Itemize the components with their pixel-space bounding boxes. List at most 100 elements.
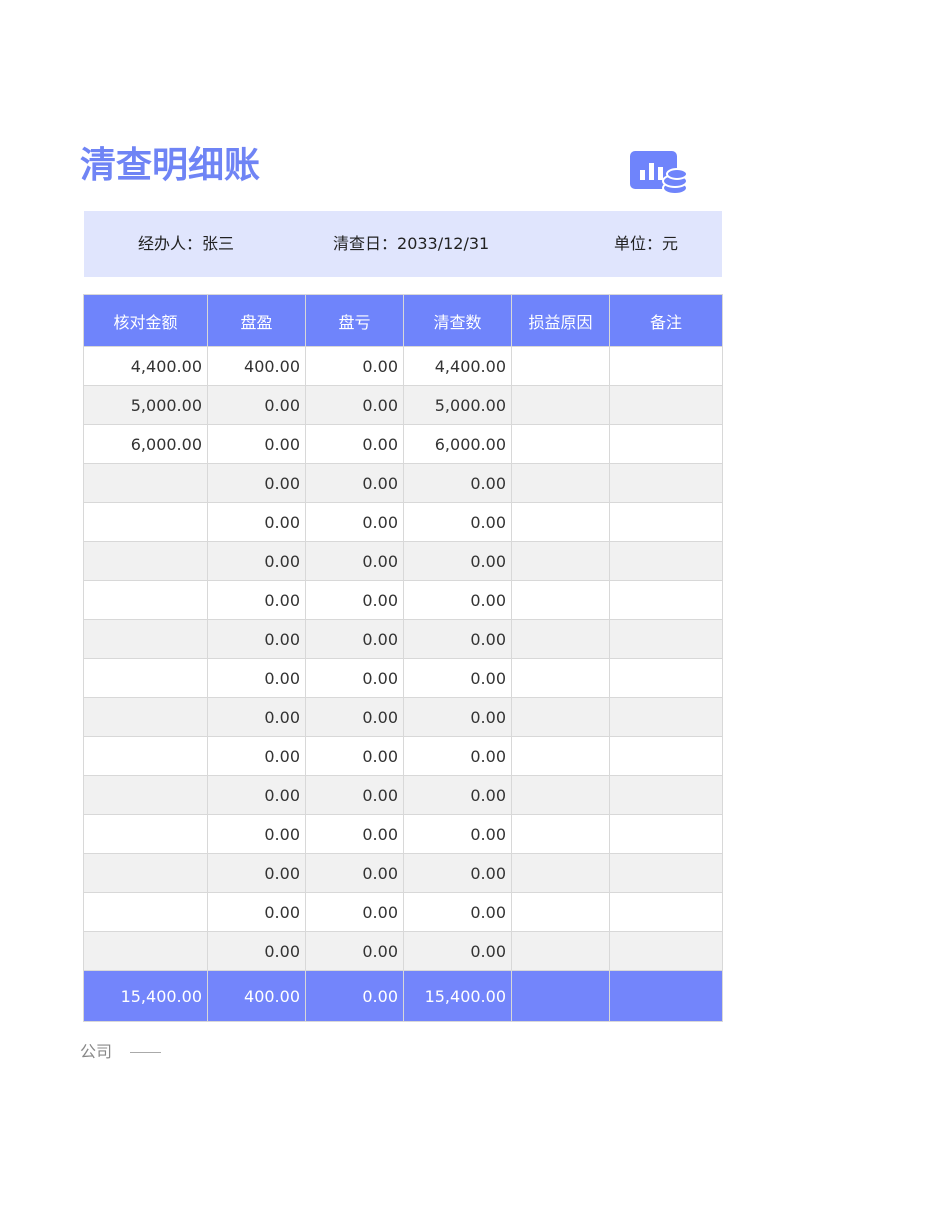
column-header: 盘盈 bbox=[207, 294, 306, 347]
table-cell bbox=[609, 775, 723, 815]
table-cell bbox=[609, 502, 723, 542]
table-cell: 6,000.00 bbox=[403, 424, 512, 464]
table-cell: 0.00 bbox=[207, 658, 306, 698]
table-cell: 0.00 bbox=[305, 697, 404, 737]
table-cell bbox=[511, 346, 610, 386]
unit-info: 单位：元 bbox=[614, 211, 678, 277]
footer-divider bbox=[130, 1052, 161, 1053]
table-cell bbox=[609, 658, 723, 698]
table-cell: 0.00 bbox=[403, 814, 512, 854]
table-cell: 0.00 bbox=[207, 697, 306, 737]
table-cell: 0.00 bbox=[305, 892, 404, 932]
table-cell bbox=[511, 502, 610, 542]
column-header: 清查数 bbox=[403, 294, 512, 347]
total-cell bbox=[609, 970, 723, 1022]
table-cell bbox=[609, 853, 723, 893]
handler-label: 经办人： bbox=[138, 234, 203, 253]
table-cell: 0.00 bbox=[305, 463, 404, 503]
column-header: 备注 bbox=[609, 294, 723, 347]
table-cell bbox=[511, 580, 610, 620]
table-cell bbox=[511, 424, 610, 464]
table-cell bbox=[511, 697, 610, 737]
table-cell: 0.00 bbox=[207, 931, 306, 971]
table-cell: 0.00 bbox=[305, 814, 404, 854]
table-cell: 6,000.00 bbox=[83, 424, 208, 464]
table-row: 6,000.00 0.00 0.00 6,000.00 bbox=[83, 424, 723, 464]
table-cell: 0.00 bbox=[403, 931, 512, 971]
table-cell bbox=[511, 814, 610, 854]
table-cell: 0.00 bbox=[207, 619, 306, 659]
table-cell: 0.00 bbox=[305, 580, 404, 620]
table-cell: 0.00 bbox=[403, 892, 512, 932]
table-cell: 0.00 bbox=[305, 658, 404, 698]
total-cell: 400.00 bbox=[207, 970, 306, 1022]
table-cell: 0.00 bbox=[403, 463, 512, 503]
column-header: 核对金额 bbox=[83, 294, 208, 347]
table-row: 0.00 0.00 0.00 bbox=[83, 892, 723, 932]
total-cell bbox=[511, 970, 610, 1022]
table-cell: 0.00 bbox=[403, 502, 512, 542]
table-cell: 4,400.00 bbox=[403, 346, 512, 386]
table-cell: 0.00 bbox=[207, 814, 306, 854]
table-cell bbox=[83, 541, 208, 581]
handler-info: 经办人：张三 bbox=[138, 211, 234, 277]
table-cell: 0.00 bbox=[305, 502, 404, 542]
table-cell bbox=[609, 580, 723, 620]
table-cell: 0.00 bbox=[403, 619, 512, 659]
table-cell: 0.00 bbox=[305, 385, 404, 425]
table-cell: 0.00 bbox=[207, 853, 306, 893]
table-row: 0.00 0.00 0.00 bbox=[83, 463, 723, 503]
info-bar: 经办人：张三 清查日：2033/12/31 单位：元 bbox=[84, 211, 722, 277]
table-cell bbox=[511, 775, 610, 815]
table-cell bbox=[83, 892, 208, 932]
table-cell bbox=[511, 619, 610, 659]
table-cell: 0.00 bbox=[403, 541, 512, 581]
table-cell bbox=[83, 736, 208, 776]
table-cell bbox=[609, 697, 723, 737]
footer-company: 公司 bbox=[80, 1042, 113, 1061]
table-cell bbox=[609, 385, 723, 425]
table-cell bbox=[83, 658, 208, 698]
table-row: 0.00 0.00 0.00 bbox=[83, 580, 723, 620]
table-cell bbox=[609, 736, 723, 776]
table-cell bbox=[83, 463, 208, 503]
table-cell: 0.00 bbox=[305, 775, 404, 815]
table-cell bbox=[83, 697, 208, 737]
table-cell: 0.00 bbox=[403, 658, 512, 698]
table-cell bbox=[511, 541, 610, 581]
date-info: 清查日：2033/12/31 bbox=[333, 211, 489, 277]
table-cell: 5,000.00 bbox=[83, 385, 208, 425]
table-cell bbox=[83, 931, 208, 971]
table-cell: 0.00 bbox=[207, 463, 306, 503]
table-cell bbox=[83, 853, 208, 893]
table-cell bbox=[511, 853, 610, 893]
unit-value: 元 bbox=[661, 234, 678, 253]
page-title: 清查明细账 bbox=[80, 145, 261, 186]
table-cell: 0.00 bbox=[305, 346, 404, 386]
table-row: 4,400.00 400.00 0.00 4,400.00 bbox=[83, 346, 723, 386]
table-cell: 0.00 bbox=[305, 931, 404, 971]
table-cell: 0.00 bbox=[207, 385, 306, 425]
date-value: 2033/12/31 bbox=[397, 234, 490, 253]
table-cell: 0.00 bbox=[403, 697, 512, 737]
table-row: 0.00 0.00 0.00 bbox=[83, 736, 723, 776]
table-row: 0.00 0.00 0.00 bbox=[83, 853, 723, 893]
table-cell: 0.00 bbox=[403, 736, 512, 776]
table-cell: 0.00 bbox=[403, 580, 512, 620]
table-cell bbox=[511, 736, 610, 776]
table-cell: 0.00 bbox=[403, 853, 512, 893]
handler-value: 张三 bbox=[202, 234, 235, 253]
table-row: 0.00 0.00 0.00 bbox=[83, 502, 723, 542]
table-cell: 0.00 bbox=[207, 424, 306, 464]
table-cell bbox=[83, 580, 208, 620]
table-cell: 0.00 bbox=[305, 541, 404, 581]
date-label: 清查日： bbox=[333, 234, 398, 253]
table-cell: 0.00 bbox=[207, 541, 306, 581]
total-cell: 15,400.00 bbox=[83, 970, 208, 1022]
table-cell bbox=[609, 892, 723, 932]
table-cell bbox=[83, 775, 208, 815]
table-cell bbox=[609, 619, 723, 659]
column-header: 损益原因 bbox=[511, 294, 610, 347]
table-cell: 400.00 bbox=[207, 346, 306, 386]
table-cell bbox=[511, 385, 610, 425]
